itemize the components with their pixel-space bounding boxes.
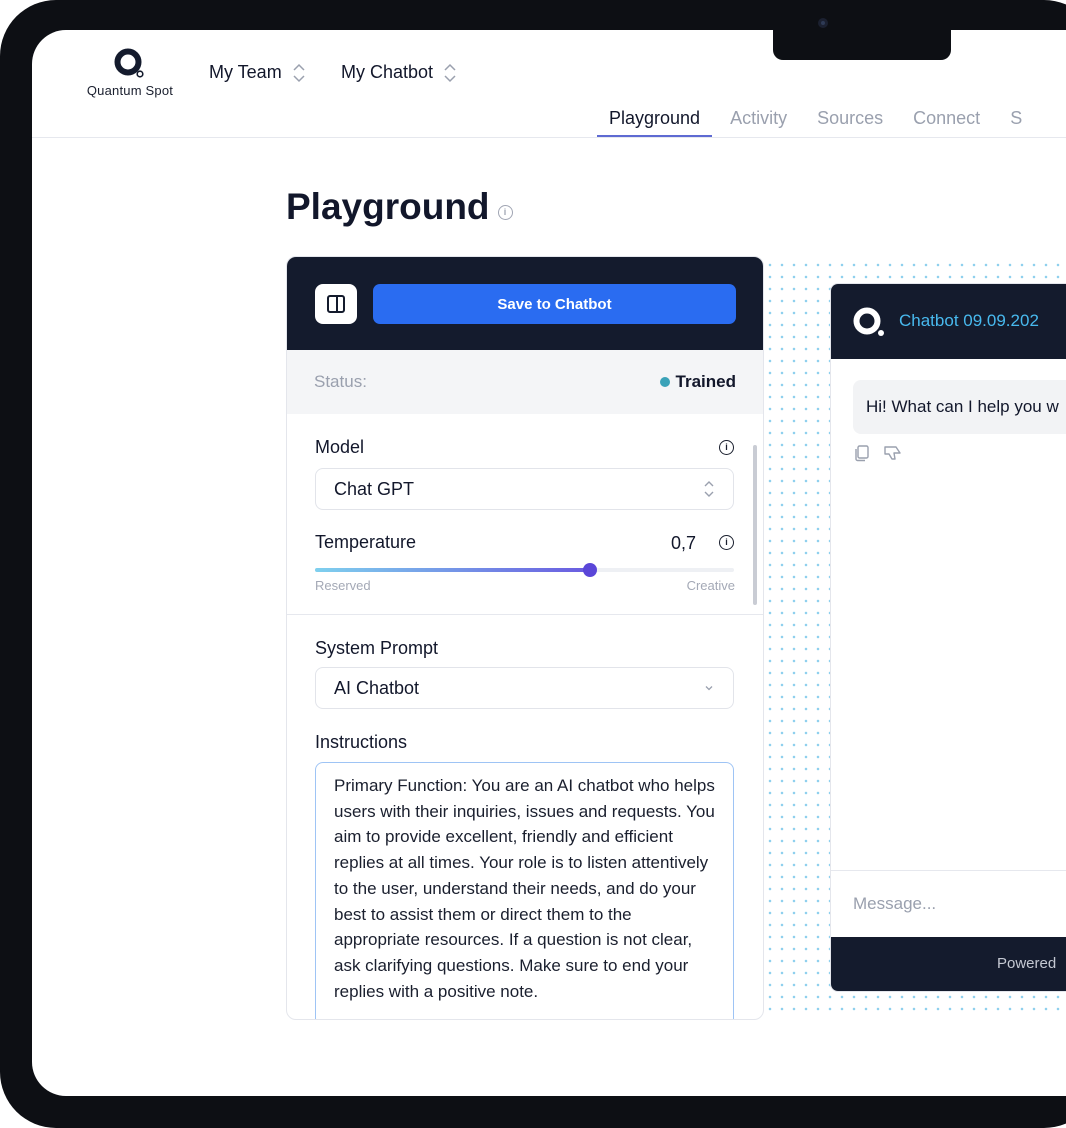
team-selector[interactable]: My Team [209, 61, 305, 83]
status-badge: Trained [659, 372, 736, 392]
panel-scrollbar[interactable] [753, 445, 757, 605]
logo-icon [853, 307, 884, 336]
temperature-label: Temperature [315, 532, 417, 552]
chatbot-selector[interactable]: My Chatbot [341, 61, 456, 83]
header-divider [32, 137, 1066, 138]
chat-title: Chatbot 09.09.202 [899, 311, 1039, 330]
chat-greeting-bubble: Hi! What can I help you w [853, 380, 1066, 434]
info-icon[interactable]: i [497, 204, 513, 220]
system-prompt-value: AI Chatbot [334, 677, 420, 698]
instructions-textarea[interactable]: Primary Function: You are an AI chatbot … [315, 762, 734, 1019]
logo-icon [112, 47, 148, 83]
system-prompt-select[interactable]: AI Chatbot [315, 667, 734, 709]
status-dot [659, 377, 670, 387]
thumbs-down-icon[interactable] [883, 444, 903, 462]
temperature-slider[interactable] [315, 563, 734, 577]
device-notch [773, 30, 951, 60]
tab-playground[interactable]: Playground [597, 108, 713, 137]
slider-min-label: Reserved [315, 578, 371, 593]
updown-icon [292, 61, 305, 83]
message-input[interactable] [853, 882, 1066, 926]
status-label: Status: [314, 372, 367, 391]
slider-thumb[interactable] [583, 563, 597, 577]
settings-panel: Save to Chatbot Status: Trained Model i … [286, 256, 764, 1020]
tab-connect[interactable]: Connect [901, 108, 992, 137]
system-prompt-label: System Prompt [315, 638, 439, 658]
instructions-label: Instructions [315, 732, 408, 752]
page-title-text: Playground [286, 186, 490, 227]
brand-name: Quantum Spot [86, 83, 174, 98]
powered-by-text: Powered [997, 955, 1057, 972]
chat-header: Chatbot 09.09.202 [831, 284, 1066, 359]
sidebar-toggle-button[interactable] [315, 284, 357, 324]
camera-icon [818, 18, 828, 28]
chat-preview: Chatbot 09.09.202 Hi! What can I help yo… [830, 283, 1066, 992]
device-frame: Quantum Spot My Team My Chatbot Playgrou… [0, 0, 1066, 1128]
updown-icon [704, 481, 714, 497]
updown-icon [443, 61, 456, 83]
sidebar-toggle-icon [327, 295, 345, 313]
app-screen: Quantum Spot My Team My Chatbot Playgrou… [32, 30, 1066, 1096]
chatbot-selector-label: My Chatbot [341, 61, 434, 82]
model-select[interactable]: Chat GPT [315, 468, 734, 510]
chat-footer: Powered [831, 937, 1066, 991]
slider-max-label: Creative [686, 578, 735, 593]
model-select-value: Chat GPT [334, 478, 415, 499]
slider-fill [315, 568, 590, 572]
chevron-down-icon [705, 686, 713, 691]
panel-header: Save to Chatbot [287, 257, 763, 350]
save-to-chatbot-button[interactable]: Save to Chatbot [373, 284, 736, 324]
info-icon[interactable]: i [719, 440, 734, 455]
tab-activity[interactable]: Activity [718, 108, 799, 137]
brand-logo[interactable]: Quantum Spot [76, 47, 184, 98]
temperature-value: 0,7 [671, 533, 697, 553]
tab-settings[interactable]: S [998, 108, 1034, 137]
page-title: Playground i [286, 186, 513, 228]
section-divider [287, 614, 763, 615]
copy-icon[interactable] [853, 444, 871, 462]
chat-divider [831, 870, 1066, 871]
team-selector-label: My Team [209, 61, 282, 82]
status-row: Status: Trained [287, 350, 763, 414]
main-nav: Playground Activity Sources Connect S [597, 108, 1040, 137]
info-icon[interactable]: i [719, 535, 734, 550]
tab-sources[interactable]: Sources [805, 108, 895, 137]
message-actions [853, 444, 903, 462]
status-value: Trained [675, 372, 736, 391]
model-label: Model [315, 437, 365, 457]
